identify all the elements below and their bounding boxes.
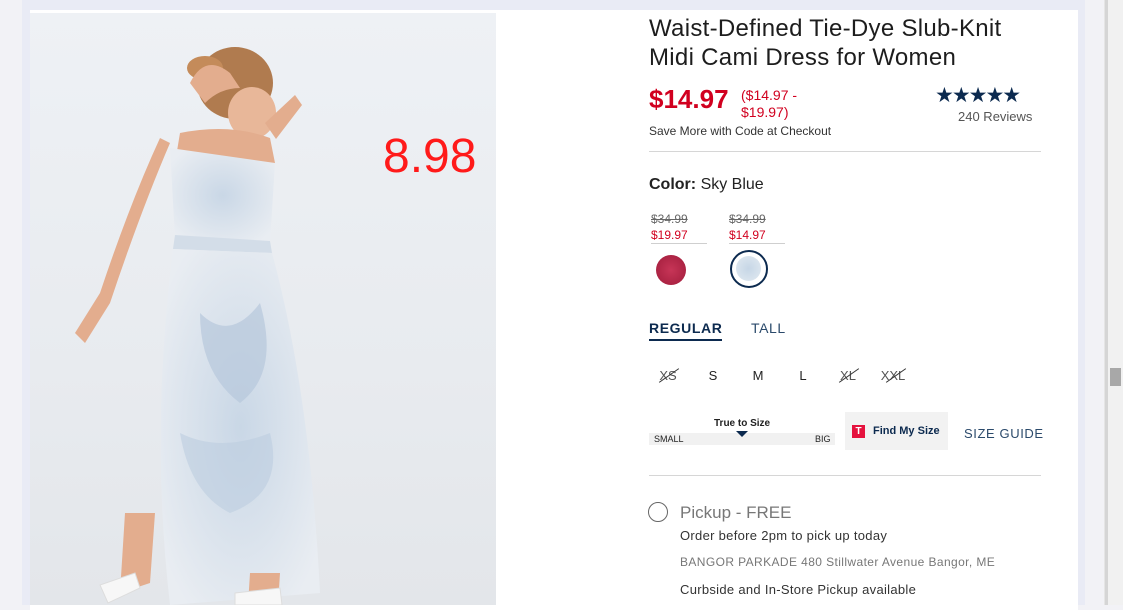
divider [649,151,1041,152]
selected-color-name: Sky Blue [700,176,764,193]
pickup-title: Pickup - FREE [680,503,792,522]
scrollbar[interactable] [1104,0,1123,605]
size-xs[interactable]: XS [653,368,683,383]
reviews-link[interactable]: 240 Reviews [958,109,1032,124]
find-my-size-label: Find My Size [873,425,940,437]
size-guide-link[interactable]: SIZE GUIDE [964,426,1044,441]
size-label: S [708,368,718,383]
product-image[interactable] [30,13,496,605]
overlay-price-annotation: 8.98 [383,130,477,183]
sale-price: $14.97 [649,84,729,114]
swatch-underline [651,243,707,244]
scrollbar-track [1105,0,1108,605]
find-my-size-button[interactable]: T Find My Size [845,412,948,450]
save-more-note: Save More with Code at Checkout [649,124,832,138]
true-fit-icon: T [852,424,865,438]
swatch-price-2: $34.99 $14.97 [729,211,785,243]
size-l[interactable]: L [788,368,818,383]
price-range: ($14.97 - $19.97) [741,87,798,120]
fit-big-label: BIG [815,434,831,444]
pickup-radio[interactable] [648,502,668,522]
rating-stars: ★★★★★ [935,84,1021,107]
swatch-underline [729,243,785,244]
swatch-original-price: $34.99 [729,212,766,226]
divider [649,475,1041,476]
size-s[interactable]: S [698,368,728,383]
fit-indicator-icon [736,431,748,437]
size-m[interactable]: M [743,368,773,383]
curbside-note: Curbside and In-Store Pickup available [680,582,917,597]
swatch-sky-blue-selected[interactable] [730,250,768,288]
size-label: M [752,368,764,383]
swatch-original-price: $34.99 [651,212,688,226]
fit-meter-label: True to Size [714,418,771,429]
fit-small-label: SMALL [654,434,684,444]
size-label: L [799,368,807,383]
swatch-sale-price: $19.97 [651,228,688,242]
product-title: Waist-Defined Tie-Dye Slub-Knit Midi Cam… [649,15,1002,71]
color-label: Color: Sky Blue [649,176,764,194]
size-xl[interactable]: XL [833,368,863,383]
swatch-red-tie-dye[interactable] [656,255,686,285]
size-xxl[interactable]: XXL [878,368,908,383]
scrollbar-thumb[interactable] [1110,368,1121,386]
star-rating-icon[interactable]: ★★★★★ [935,83,1021,108]
pickup-order-note: Order before 2pm to pick up today [680,528,888,543]
model-photo [75,47,320,605]
tab-regular[interactable]: REGULAR [649,320,723,341]
swatch-price-1: $34.99 $19.97 [651,211,707,243]
swatch-fill [736,256,761,281]
swatch-sale-price: $14.97 [729,228,766,242]
pickup-store-address[interactable]: BANGOR PARKADE 480 Stillwater Avenue Ban… [680,555,995,569]
color-label-prefix: Color: [649,176,697,193]
tab-tall[interactable]: TALL [751,320,786,336]
